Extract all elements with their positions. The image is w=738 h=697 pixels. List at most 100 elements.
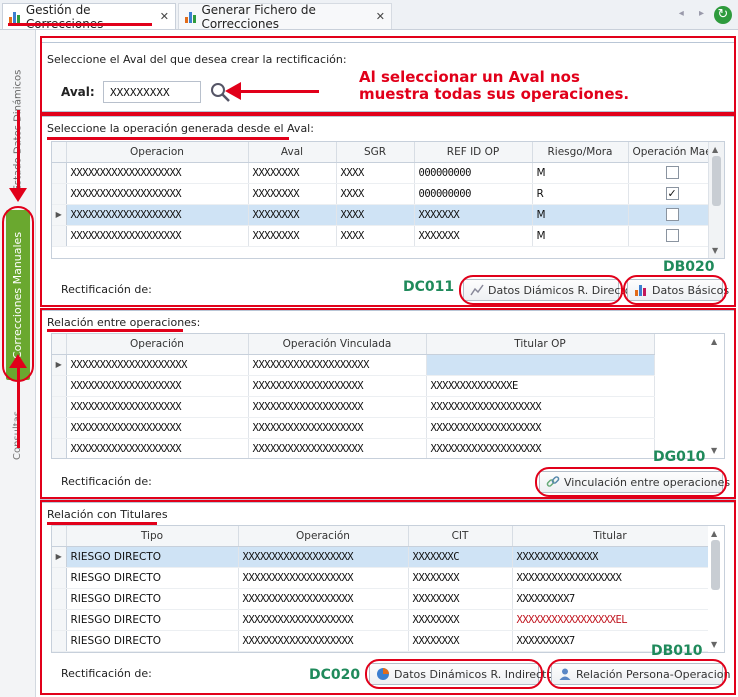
col-header-operacion-mae[interactable]: Operación Mae xyxy=(628,142,717,163)
table-row[interactable]: XXXXXXXXXXXXXXXXXXX XXXXXXXXXXXXXXXXXXX … xyxy=(52,438,655,458)
link-icon xyxy=(546,475,560,489)
scroll-down-icon[interactable]: ▼ xyxy=(711,446,717,455)
table-row[interactable]: XXXXXXXXXXXXXXXXXXX XXXXXXXXXXXXXXXXXXX … xyxy=(52,417,655,439)
cell-ref-id-op: 000000000 xyxy=(414,183,533,205)
aval-input[interactable]: XXXXXXXXX xyxy=(103,81,201,103)
table-row[interactable]: XXXXXXXXXXXXXXXXXXX XXXXXXXX XXXX 000000… xyxy=(52,183,717,205)
table-row[interactable]: XXXXXXXXXXXXXXXXXXX XXXXXXXXXXXXXXXXXXX … xyxy=(52,375,655,397)
datos-dinamicos-indirecto-button[interactable]: Datos Dinámicos R. Indirecto xyxy=(369,663,553,685)
annotation-arrow-up xyxy=(9,354,27,368)
cell-riesgo-mora: M xyxy=(532,204,629,226)
checkbox[interactable] xyxy=(665,208,679,221)
cell-cit: XXXXXXXX xyxy=(408,588,513,610)
cell-operacion: XXXXXXXXXXXXXXXXXXX xyxy=(238,567,409,589)
cell-operacion-mae: ✓ xyxy=(628,183,717,205)
col-header-operacion[interactable]: Operacion xyxy=(66,142,249,163)
cell-sgr: XXXX xyxy=(336,225,415,247)
col-header-ref-id-op[interactable]: REF ID OP xyxy=(414,142,533,163)
rectificacion-label: Rectificación de: xyxy=(61,475,152,488)
cell-operacion: XXXXXXXXXXXXXXXXXXX xyxy=(66,375,249,397)
left-vertical-nav: Estado Datos Dinámicos Correcciones Manu… xyxy=(0,30,36,697)
aval-label: Aval: xyxy=(61,85,95,99)
row-indicator xyxy=(52,588,67,610)
checkbox-checked[interactable]: ✓ xyxy=(665,187,679,200)
cell-titular: XXXXXXXXXXXXXXXXXEL xyxy=(512,609,709,631)
tab-generar-fichero[interactable]: Generar Fichero de Correcciones ✕ xyxy=(178,3,392,31)
table-row-selected[interactable]: ▶ RIESGO DIRECTO XXXXXXXXXXXXXXXXXXX XXX… xyxy=(52,546,709,568)
scroll-down-icon[interactable]: ▼ xyxy=(712,246,718,255)
annotation-line xyxy=(17,368,20,448)
cell-operacion: XXXXXXXXXXXXXXXXXXX xyxy=(66,225,249,247)
cell-operacion: XXXXXXXXXXXXXXXXXXX xyxy=(66,183,249,205)
checkbox[interactable] xyxy=(665,229,679,242)
vertical-scrollbar[interactable]: ▲ ▼ xyxy=(708,334,724,458)
col-header-operacion[interactable]: Operación xyxy=(238,526,409,547)
table-row-selected[interactable]: ▶ XXXXXXXXXXXXXXXXXXXX XXXXXXXXXXXXXXXXX… xyxy=(52,354,655,376)
cell-titular: XXXXXXXXXXXXXXE xyxy=(426,375,655,397)
relacion-operaciones-section: Relación entre operaciones: Operación Op… xyxy=(40,310,736,500)
datos-basicos-button[interactable]: Datos Básicos xyxy=(627,279,729,301)
relacion-persona-operacion-button[interactable]: Relación Persona-Operacion xyxy=(551,663,730,685)
table-row[interactable]: XXXXXXXXXXXXXXXXXXX XXXXXXXX XXXX 000000… xyxy=(52,162,717,184)
table-row[interactable]: RIESGO DIRECTO XXXXXXXXXXXXXXXXXXX XXXXX… xyxy=(52,588,709,610)
row-indicator xyxy=(52,438,67,458)
rectificacion-label: Rectificación de: xyxy=(61,667,152,680)
titulares-grid: Tipo Operación CIT Titular ▶ RIESGO DIRE… xyxy=(51,525,725,653)
cell-operacion: XXXXXXXXXXXXXXXXXXX xyxy=(238,609,409,631)
section-title: Relación entre operaciones: xyxy=(47,316,201,329)
table-row[interactable]: XXXXXXXXXXXXXXXXXXX XXXXXXXXXXXXXXXXXXX … xyxy=(52,396,655,418)
tab-scroll-arrows[interactable]: ◂ ▸ xyxy=(679,8,710,19)
cell-titular: XXXXXXXXXXXXXXXXXXX xyxy=(426,396,655,418)
scroll-up-icon[interactable]: ▲ xyxy=(711,337,717,346)
cell-operacion: XXXXXXXXXXXXXXXXXXXX xyxy=(66,354,249,376)
col-header-sgr[interactable]: SGR xyxy=(336,142,415,163)
button-label: Relación Persona-Operacion xyxy=(576,667,731,681)
tab-bar: Gestión de Correcciones ✕ Generar Ficher… xyxy=(0,0,738,31)
datos-dinamicos-directo-button[interactable]: Datos Diámicos R. Directo xyxy=(463,279,631,301)
table-row[interactable]: RIESGO DIRECTO XXXXXXXXXXXXXXXXXXX XXXXX… xyxy=(52,609,709,631)
cell-aval: XXXXXXXX xyxy=(248,204,337,226)
checkbox[interactable] xyxy=(665,166,679,179)
button-label: Datos Dinámicos R. Indirecto xyxy=(394,667,554,681)
close-icon[interactable]: ✕ xyxy=(160,10,169,23)
table-row[interactable]: XXXXXXXXXXXXXXXXXXX XXXXXXXX XXXX XXXXXX… xyxy=(52,225,717,247)
cell-operacion-mae xyxy=(628,162,717,184)
col-header-tipo[interactable]: Tipo xyxy=(66,526,239,547)
cell-aval: XXXXXXXX xyxy=(248,225,337,247)
aval-section: Seleccione el Aval del que desea crear l… xyxy=(40,42,736,112)
scroll-down-icon[interactable]: ▼ xyxy=(711,640,717,649)
cell-operacion: XXXXXXXXXXXXXXXXXXX xyxy=(66,396,249,418)
code-label: DC011 xyxy=(403,279,455,295)
row-indicator-arrow: ▶ xyxy=(52,204,67,226)
vinculacion-operaciones-button[interactable]: Vinculación entre operaciones xyxy=(539,471,730,493)
col-header-cit[interactable]: CIT xyxy=(408,526,513,547)
rectificacion-label: Rectificación de: xyxy=(61,283,152,296)
col-header-operacion-vinculada[interactable]: Operación Vinculada xyxy=(248,334,427,355)
vertical-scrollbar[interactable]: ▲ ▼ xyxy=(708,526,724,652)
vertical-scrollbar[interactable]: ▲ ▼ xyxy=(708,142,724,258)
cell-vinculada: XXXXXXXXXXXXXXXXXXX xyxy=(248,375,427,397)
scroll-up-icon[interactable]: ▲ xyxy=(712,145,718,154)
scroll-up-icon[interactable]: ▲ xyxy=(711,529,717,538)
table-row[interactable]: RIESGO DIRECTO XXXXXXXXXXXXXXXXXXX XXXXX… xyxy=(52,630,709,652)
col-header-operacion[interactable]: Operación xyxy=(66,334,249,355)
refresh-icon[interactable]: ↻ xyxy=(714,6,732,24)
col-header-titular[interactable]: Titular xyxy=(512,526,709,547)
col-header-titular-op[interactable]: Titular OP xyxy=(426,334,655,355)
annotation-text: Al seleccionar un Aval nos muestra todas… xyxy=(359,68,630,103)
scroll-thumb[interactable] xyxy=(712,156,721,206)
cell-titular: XXXXXXXXXXXXXXXXXXX xyxy=(426,417,655,439)
table-row-selected[interactable]: ▶ XXXXXXXXXXXXXXXXXXX XXXXXXXX XXXX XXXX… xyxy=(52,204,717,226)
scroll-thumb[interactable] xyxy=(711,540,720,590)
table-row[interactable]: RIESGO DIRECTO XXXXXXXXXXXXXXXXXXX XXXXX… xyxy=(52,567,709,589)
close-icon[interactable]: ✕ xyxy=(376,10,385,23)
cell-riesgo-mora: M xyxy=(532,162,629,184)
col-header-riesgo-mora[interactable]: Riesgo/Mora xyxy=(532,142,629,163)
col-header-aval[interactable]: Aval xyxy=(248,142,337,163)
button-label: Datos Diámicos R. Directo xyxy=(488,283,632,297)
code-label: DB010 xyxy=(651,643,703,659)
chart-icon xyxy=(9,11,22,23)
cell-riesgo-mora: M xyxy=(532,225,629,247)
cell-vinculada: XXXXXXXXXXXXXXXXXXX xyxy=(248,438,427,458)
aval-prompt: Seleccione el Aval del que desea crear l… xyxy=(47,53,347,66)
